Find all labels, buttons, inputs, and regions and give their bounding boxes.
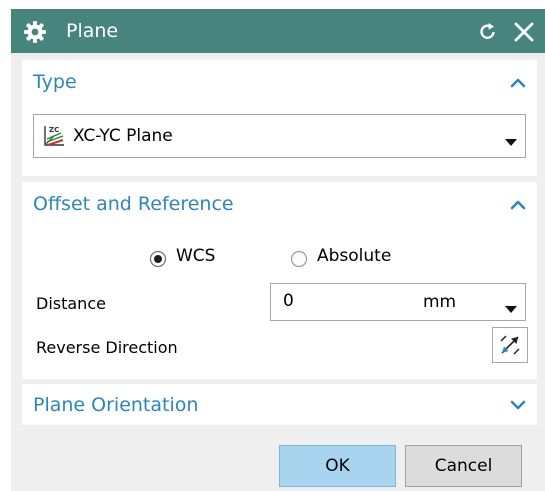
orientation-section-title: Plane Orientation [33, 394, 199, 416]
chevron-down-icon[interactable] [509, 396, 527, 414]
wcs-radio-label: WCS [176, 246, 216, 266]
reverse-direction-icon [500, 335, 520, 355]
title-bar[interactable]: Plane [11, 9, 545, 53]
gear-icon[interactable] [24, 21, 46, 43]
dropdown-arrow-icon[interactable] [505, 132, 517, 146]
plane-orientation-section: Plane Orientation [22, 384, 537, 425]
cancel-button[interactable]: Cancel [405, 445, 522, 487]
distance-field: mm [270, 283, 526, 321]
reverse-direction-label: Reverse Direction [36, 338, 178, 357]
reverse-direction-button[interactable] [492, 327, 528, 363]
radio-selected-icon[interactable] [149, 250, 167, 268]
close-icon[interactable] [513, 21, 535, 43]
type-section-title: Type [33, 71, 77, 93]
absolute-radio-label: Absolute [317, 246, 392, 266]
reset-icon[interactable] [478, 22, 498, 42]
radio-unselected-icon[interactable] [290, 250, 308, 268]
distance-input[interactable] [271, 284, 411, 318]
offset-section-header[interactable]: Offset and Reference [22, 182, 537, 228]
distance-label: Distance [36, 294, 106, 313]
type-section-header[interactable]: Type [22, 60, 537, 106]
orientation-section-header[interactable]: Plane Orientation [22, 384, 537, 430]
plane-dialog: Plane Type ZC XC-YC Plane Offset and Ref… [11, 9, 545, 491]
dropdown-arrow-icon[interactable] [505, 299, 517, 313]
offset-section-title: Offset and Reference [33, 193, 234, 215]
type-section: Type ZC XC-YC Plane [22, 60, 537, 176]
dialog-title: Plane [66, 20, 119, 42]
chevron-up-icon[interactable] [509, 74, 527, 92]
offset-reference-section: Offset and Reference WCS Absolute Distan… [22, 182, 537, 379]
svg-text:ZC: ZC [49, 126, 59, 134]
xc-yc-plane-icon: ZC [41, 123, 67, 149]
type-dropdown[interactable]: ZC XC-YC Plane [33, 114, 526, 158]
type-dropdown-value: XC-YC Plane [73, 126, 173, 146]
ok-button[interactable]: OK [279, 445, 396, 487]
chevron-up-icon[interactable] [509, 196, 527, 214]
unit-dropdown[interactable]: mm [411, 284, 525, 320]
unit-value: mm [423, 292, 457, 312]
